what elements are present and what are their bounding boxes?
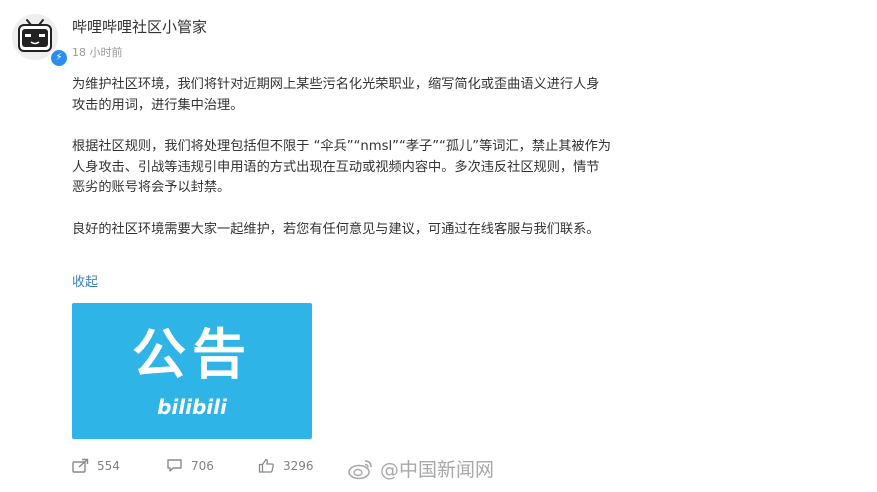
share-icon <box>72 458 89 473</box>
bilibili-logo: bilibili <box>157 395 227 419</box>
share-button[interactable]: 554 <box>72 458 120 473</box>
post-paragraph: 良好的社区环境需要大家一起维护，若您有任何意见与建议，可通过在线客服与我们联系。 <box>72 221 600 237</box>
post-paragraph: 根据社区规则，我们将处理包括但不限于 “伞兵”“nmsl”“孝子”“孤儿”等词汇… <box>72 139 611 195</box>
notice-image[interactable]: 公告 bilibili <box>72 303 312 439</box>
comment-icon <box>167 459 182 472</box>
comment-count: 706 <box>191 458 214 473</box>
like-count: 3296 <box>283 458 314 473</box>
comment-button[interactable]: 706 <box>166 458 214 473</box>
watermark: @中国新闻网 <box>348 455 494 482</box>
like-button[interactable]: 3296 <box>258 458 314 473</box>
thumbs-up-icon <box>258 458 274 473</box>
username[interactable]: 哔哩哔哩社区小管家 <box>72 16 207 37</box>
verified-badge-icon: ⚡ <box>49 48 69 68</box>
post-paragraph: 为维护社区环境，我们将针对近期网上某些污名化光荣职业，缩写简化或歪曲语义进行人身… <box>72 77 600 113</box>
post-body: 为维护社区环境，我们将针对近期网上某些污名化光荣职业，缩写简化或歪曲语义进行人身… <box>72 75 612 261</box>
share-count: 554 <box>97 458 120 473</box>
notice-title: 公告 <box>132 323 252 386</box>
avatar[interactable]: ⚡ <box>12 14 69 68</box>
collapse-link[interactable]: 收起 <box>72 271 98 290</box>
watermark-text: @中国新闻网 <box>380 459 495 481</box>
post-timestamp[interactable]: 18 小时前 <box>72 44 123 60</box>
weibo-icon <box>348 459 372 479</box>
